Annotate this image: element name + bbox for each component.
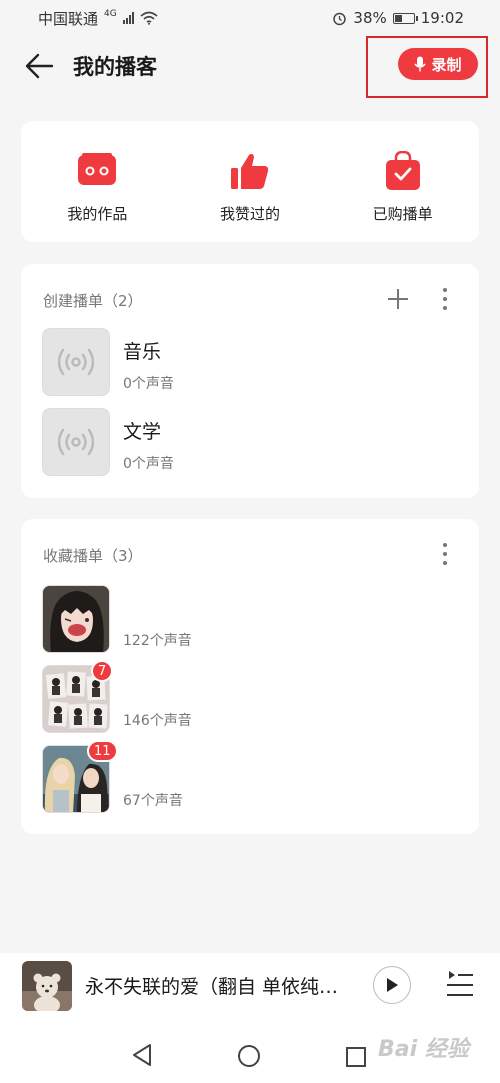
thumbs-up-icon <box>231 153 269 189</box>
add-playlist-button[interactable] <box>386 287 410 311</box>
nav-recent-icon[interactable] <box>345 1046 367 1068</box>
collected-playlist-item[interactable]: 11 67个声音 <box>42 740 462 815</box>
playlist-item[interactable]: 文学 0个声音 <box>42 408 462 478</box>
playlist-cover <box>42 328 110 396</box>
back-button[interactable] <box>22 50 56 82</box>
created-playlists-card: 创建播单（2） 音乐 0个声音 文学 0个声音 <box>21 264 479 498</box>
created-more-button[interactable] <box>439 288 451 310</box>
status-bar: 中国联通 4G 38% 19:02 <box>0 0 500 36</box>
network-label: 4G <box>104 9 117 19</box>
shopping-bag-check-icon <box>385 151 420 190</box>
playlist-cover <box>42 408 110 476</box>
alarm-icon <box>333 12 347 25</box>
liked-label: 我赞过的 <box>220 205 281 223</box>
my-works-button[interactable]: 我的作品 <box>21 121 174 242</box>
collected-playlist-item[interactable]: 122个声音 <box>42 585 462 655</box>
collected-playlist-item[interactable]: 7 146个声音 <box>42 660 462 735</box>
collected-section-title: 收藏播单（3） <box>43 547 143 565</box>
playlist-count: 146个声音 <box>123 713 192 729</box>
nav-back-icon[interactable] <box>131 1043 153 1067</box>
header: 我的播客 录制 <box>0 36 500 98</box>
teddy-bear-image <box>22 961 72 1011</box>
playlist-count: 0个声音 <box>123 376 174 392</box>
microphone-icon <box>414 56 427 72</box>
watermark: Bai 经验 <box>378 1037 469 1062</box>
now-playing-cover[interactable] <box>22 961 72 1011</box>
nav-home-icon[interactable] <box>237 1044 261 1068</box>
carrier-label: 中国联通 <box>38 9 99 28</box>
playlist-count: 0个声音 <box>123 456 174 472</box>
liked-button[interactable]: 我赞过的 <box>174 121 327 242</box>
status-right: 38% 19:02 <box>332 9 464 27</box>
page-title: 我的播客 <box>73 55 157 79</box>
record-label: 录制 <box>431 55 462 74</box>
status-left: 中国联通 4G <box>38 8 158 29</box>
collected-playlists-card: 收藏播单（3） 122个声音 7 146个声音 11 67个声音 <box>21 519 479 834</box>
created-section-title: 创建播单（2） <box>43 292 143 310</box>
signal-icon <box>122 12 134 24</box>
cartoon-girl-image <box>43 586 109 652</box>
purchased-label: 已购播单 <box>372 205 433 223</box>
radio-icon <box>78 153 117 185</box>
purchased-button[interactable]: 已购播单 <box>326 121 479 242</box>
broadcast-icon <box>58 348 94 376</box>
playlist-icon[interactable] <box>445 969 475 999</box>
play-icon <box>387 978 398 992</box>
clock: 19:02 <box>420 9 464 27</box>
battery-percent: 38% <box>353 9 387 27</box>
playlist-count: 122个声音 <box>123 633 192 649</box>
playlist-title: 文学 <box>123 421 162 443</box>
playlist-title: 音乐 <box>123 341 162 363</box>
playlist-count: 67个声音 <box>123 793 183 809</box>
quick-actions-card: 我的作品 我赞过的 已购播单 <box>21 121 479 242</box>
playlist-cover-image <box>42 585 110 653</box>
mini-player[interactable]: 永不失联的爱（翻自 单依纯… <box>0 953 500 1017</box>
playlist-item[interactable]: 音乐 0个声音 <box>42 328 462 398</box>
now-playing-title[interactable]: 永不失联的爱（翻自 单依纯… <box>85 972 350 999</box>
broadcast-icon <box>58 428 94 456</box>
my-works-label: 我的作品 <box>67 205 128 223</box>
wifi-icon <box>140 11 158 25</box>
record-button[interactable]: 录制 <box>398 48 478 80</box>
play-button[interactable] <box>373 966 411 1004</box>
collected-more-button[interactable] <box>439 543 451 565</box>
battery-icon <box>392 12 418 24</box>
unread-badge: 11 <box>87 740 118 762</box>
